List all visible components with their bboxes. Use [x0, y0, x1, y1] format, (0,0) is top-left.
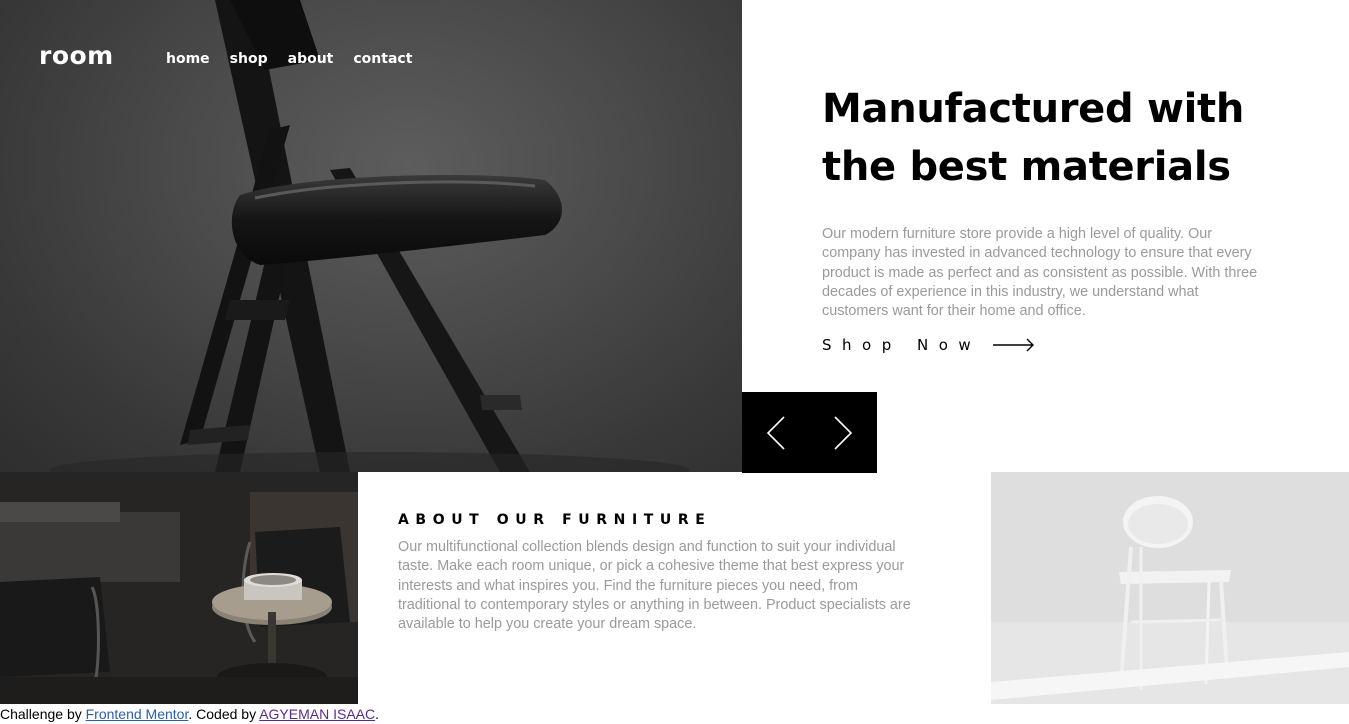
nav-shop[interactable]: shop [230, 51, 268, 67]
slider-next-button[interactable] [810, 392, 878, 473]
attribution-middle: . Coded by [188, 706, 260, 722]
angle-right-icon [834, 415, 853, 450]
hero-content: Manufactured with the best materials Our… [822, 80, 1272, 321]
hero-description: Our modern furniture store provide a hig… [822, 226, 1258, 320]
logo[interactable]: room [39, 41, 114, 70]
slider-controls [742, 392, 877, 473]
main-nav: home shop about contact [166, 51, 432, 67]
slider-prev-button[interactable] [742, 392, 810, 473]
about-content: ABOUT OUR FURNITURE Our multifunctional … [398, 512, 918, 634]
shop-now-label: Shop Now [822, 336, 982, 354]
shop-now-button[interactable]: Shop Now [822, 336, 1035, 354]
nav-home[interactable]: home [166, 51, 210, 67]
hero-title: Manufactured with the best materials [822, 80, 1272, 196]
about-image-light [991, 472, 1349, 704]
nav-about[interactable]: about [288, 51, 334, 67]
attribution-prefix: Challenge by [0, 706, 86, 722]
hero-title-line1: Manufactured with [822, 86, 1245, 132]
attribution-suffix: . [375, 706, 379, 722]
attribution: Challenge by Frontend Mentor. Coded by A… [0, 705, 379, 723]
nav-contact[interactable]: contact [353, 51, 412, 67]
chair-illustration [50, 0, 690, 472]
about-image-dark [0, 472, 358, 704]
hero-title-line2: the best materials [822, 144, 1231, 190]
living-room-illustration [0, 472, 358, 704]
white-chair-illustration [991, 472, 1349, 704]
about-description: Our multifunctional collection blends de… [398, 539, 911, 633]
arrow-right-icon [993, 338, 1035, 352]
about-title: ABOUT OUR FURNITURE [398, 512, 712, 528]
hero-image: room home shop about contact [0, 0, 742, 472]
author-link[interactable]: AGYEMAN ISAAC [259, 706, 375, 722]
angle-left-icon [766, 415, 785, 450]
frontend-mentor-link[interactable]: Frontend Mentor [86, 706, 189, 722]
